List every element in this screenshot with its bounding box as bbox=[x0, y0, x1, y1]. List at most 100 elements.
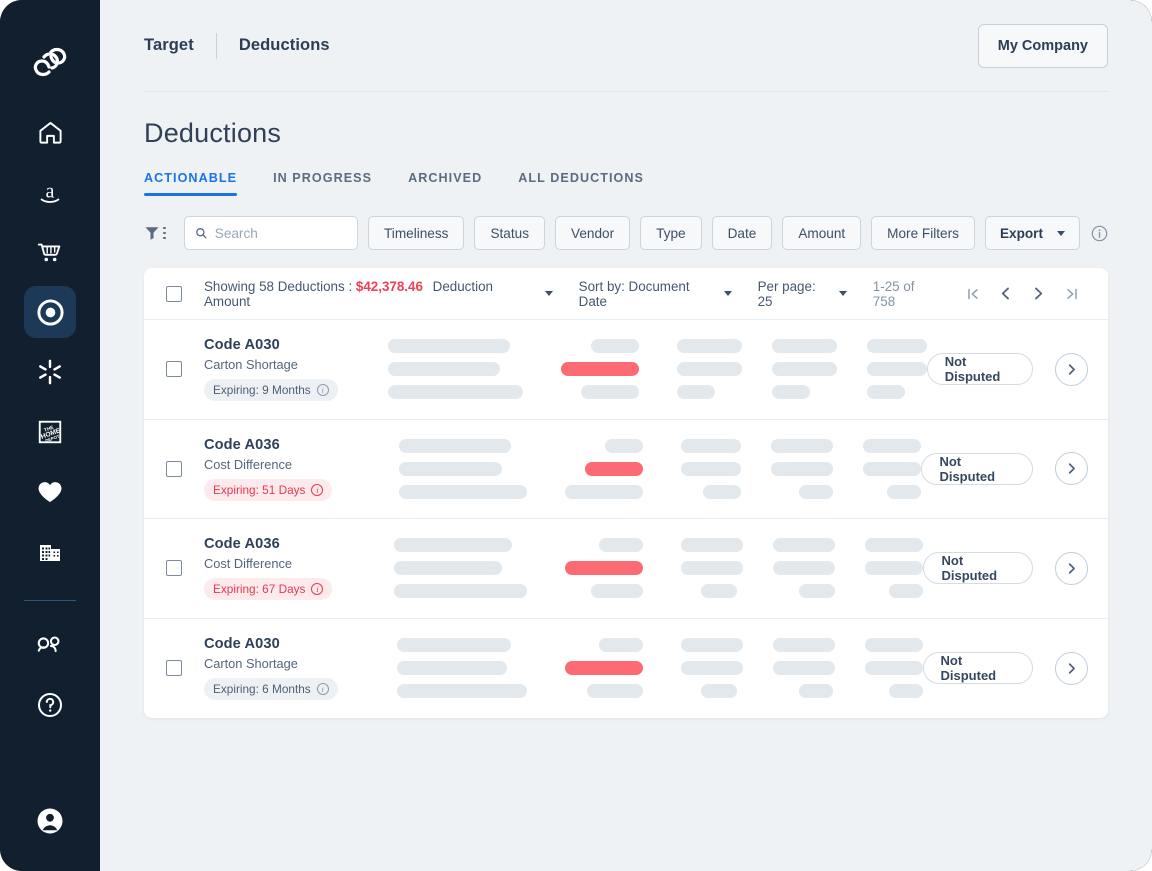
my-company-button[interactable]: My Company bbox=[977, 23, 1108, 68]
row-checkbox[interactable] bbox=[166, 560, 182, 577]
table-toolbar: Showing 58 Deductions : $42,378.46 Deduc… bbox=[144, 268, 1108, 320]
skeleton-bar bbox=[680, 438, 741, 453]
info-circle-icon[interactable] bbox=[1091, 225, 1108, 242]
row-primary-info: Code A036 Cost Difference Expiring: 67 D… bbox=[204, 536, 358, 601]
row-open-button[interactable] bbox=[1055, 352, 1088, 386]
skeleton-bar bbox=[396, 661, 507, 676]
row-skeleton-col-c bbox=[676, 339, 742, 400]
first-page-button[interactable] bbox=[956, 279, 989, 309]
skeleton-bar bbox=[702, 484, 741, 499]
filter-chip-type[interactable]: Type bbox=[640, 216, 702, 250]
select-all-checkbox[interactable] bbox=[166, 285, 182, 302]
status-badge[interactable]: Not Disputed bbox=[926, 353, 1033, 386]
sidebar-item-walmart-spark[interactable] bbox=[24, 346, 76, 398]
info-circle-icon[interactable]: i bbox=[316, 683, 329, 696]
sidebar-item-amazon[interactable]: a bbox=[24, 166, 76, 218]
skeleton-bar bbox=[681, 538, 744, 553]
filter-chip-vendor[interactable]: Vendor bbox=[555, 216, 631, 250]
status-badge[interactable]: Not Disputed bbox=[923, 552, 1033, 585]
row-checkbox[interactable] bbox=[166, 361, 182, 378]
info-circle-icon[interactable]: i bbox=[311, 483, 324, 496]
skeleton-bar bbox=[591, 584, 644, 599]
per-page-dropdown[interactable]: Per page: 25 bbox=[758, 279, 847, 309]
skeleton-bar bbox=[394, 584, 528, 599]
building-icon bbox=[40, 545, 60, 561]
info-circle-icon[interactable]: i bbox=[316, 384, 329, 397]
table-row[interactable]: Code A030 Carton Shortage Expiring: 9 Mo… bbox=[144, 320, 1108, 420]
sidebar-item-favorites[interactable] bbox=[24, 466, 76, 518]
sidebar-item-team[interactable] bbox=[24, 619, 76, 671]
row-open-button[interactable] bbox=[1055, 551, 1088, 585]
sidebar-item-account[interactable] bbox=[24, 795, 76, 847]
next-page-button[interactable] bbox=[1022, 279, 1055, 309]
skeleton-bar bbox=[888, 684, 923, 699]
skeleton-bar bbox=[798, 684, 833, 699]
expiring-badge: Expiring: 6 Months i bbox=[204, 678, 338, 701]
row-skeleton-col-e bbox=[866, 339, 927, 400]
showing-summary: Showing 58 Deductions : $42,378.46 Deduc… bbox=[204, 279, 535, 309]
row-skeleton-col-d bbox=[772, 638, 835, 699]
filter-chip-status[interactable]: Status bbox=[474, 216, 546, 250]
amount-dropdown-chevron-icon[interactable] bbox=[544, 291, 553, 296]
row-skeleton-col-b bbox=[564, 438, 643, 499]
tab-actionable[interactable]: ACTIONABLE bbox=[144, 171, 238, 196]
table-row[interactable]: Code A030 Carton Shortage Expiring: 6 Mo… bbox=[144, 619, 1108, 719]
row-skeleton-col-b bbox=[565, 538, 644, 599]
sidebar-item-company[interactable] bbox=[24, 526, 76, 578]
last-page-button[interactable] bbox=[1055, 279, 1088, 309]
sidebar-item-home-depot[interactable]: THE HOME DEPOT bbox=[24, 406, 76, 458]
skeleton-bar bbox=[387, 339, 510, 354]
toolbar-right: Sort by: Document Date Per page: 25 1-25… bbox=[553, 279, 1088, 309]
sidebar-item-help[interactable] bbox=[24, 679, 76, 731]
tab-all-deductions[interactable]: ALL DEDUCTIONS bbox=[518, 171, 644, 196]
filter-chip-timeliness[interactable]: Timeliness bbox=[368, 216, 465, 250]
svg-text:a: a bbox=[46, 181, 55, 203]
filter-chip-more-filters[interactable]: More Filters bbox=[871, 216, 975, 250]
knot-logo-icon bbox=[33, 47, 67, 77]
skeleton-bar bbox=[564, 484, 643, 499]
info-circle-icon[interactable]: i bbox=[311, 583, 324, 596]
expiring-label: Expiring: 67 Days bbox=[213, 582, 306, 597]
expiring-badge: Expiring: 67 Days i bbox=[204, 578, 333, 601]
page-content: Deductions ACTIONABLE IN PROGRESS ARCHIV… bbox=[100, 118, 1152, 718]
tab-archived[interactable]: ARCHIVED bbox=[408, 171, 482, 196]
search-box[interactable] bbox=[183, 216, 358, 250]
chevron-right-icon bbox=[1068, 364, 1075, 375]
search-input[interactable] bbox=[214, 225, 347, 241]
skeleton-bar bbox=[676, 362, 742, 377]
skeleton-bar bbox=[866, 385, 905, 400]
row-skeleton-col-c bbox=[680, 638, 743, 699]
row-skeleton-col-c bbox=[680, 438, 742, 499]
app-logo[interactable] bbox=[0, 26, 100, 98]
filter-chip-date[interactable]: Date bbox=[711, 216, 773, 250]
sort-by-dropdown[interactable]: Sort by: Document Date bbox=[579, 279, 732, 309]
showing-separator: : bbox=[348, 278, 353, 294]
skeleton-bar-highlight bbox=[565, 561, 644, 576]
filter-chip-amount[interactable]: Amount bbox=[782, 216, 862, 250]
row-checkbox[interactable] bbox=[166, 460, 182, 477]
table-row[interactable]: Code A036 Cost Difference Expiring: 51 D… bbox=[144, 420, 1108, 519]
breadcrumb-root[interactable]: Target bbox=[144, 36, 194, 55]
filter-funnel-icon bbox=[145, 227, 159, 240]
skeleton-bar bbox=[773, 538, 836, 553]
status-badge[interactable]: Not Disputed bbox=[921, 452, 1033, 485]
row-code: Code A036 bbox=[204, 536, 280, 553]
skeleton-bar bbox=[772, 638, 835, 653]
sidebar-item-home[interactable] bbox=[24, 106, 76, 158]
row-checkbox[interactable] bbox=[166, 660, 182, 677]
skeleton-bar bbox=[599, 538, 644, 553]
table-row[interactable]: Code A036 Cost Difference Expiring: 67 D… bbox=[144, 519, 1108, 619]
sidebar-item-target[interactable] bbox=[24, 286, 76, 338]
chevron-right-icon bbox=[1035, 287, 1043, 300]
skeleton-bar bbox=[681, 561, 744, 576]
export-button[interactable]: Export bbox=[984, 216, 1080, 250]
filter-funnel-button[interactable] bbox=[144, 225, 166, 241]
sidebar-item-walmart-cart[interactable] bbox=[24, 226, 76, 278]
prev-page-button[interactable] bbox=[989, 279, 1022, 309]
tab-in-progress[interactable]: IN PROGRESS bbox=[273, 171, 372, 196]
row-open-button[interactable] bbox=[1055, 452, 1088, 486]
skeleton-bar bbox=[866, 339, 927, 354]
status-badge[interactable]: Not Disputed bbox=[922, 652, 1033, 685]
row-open-button[interactable] bbox=[1055, 651, 1088, 685]
skeleton-bar bbox=[586, 684, 643, 699]
